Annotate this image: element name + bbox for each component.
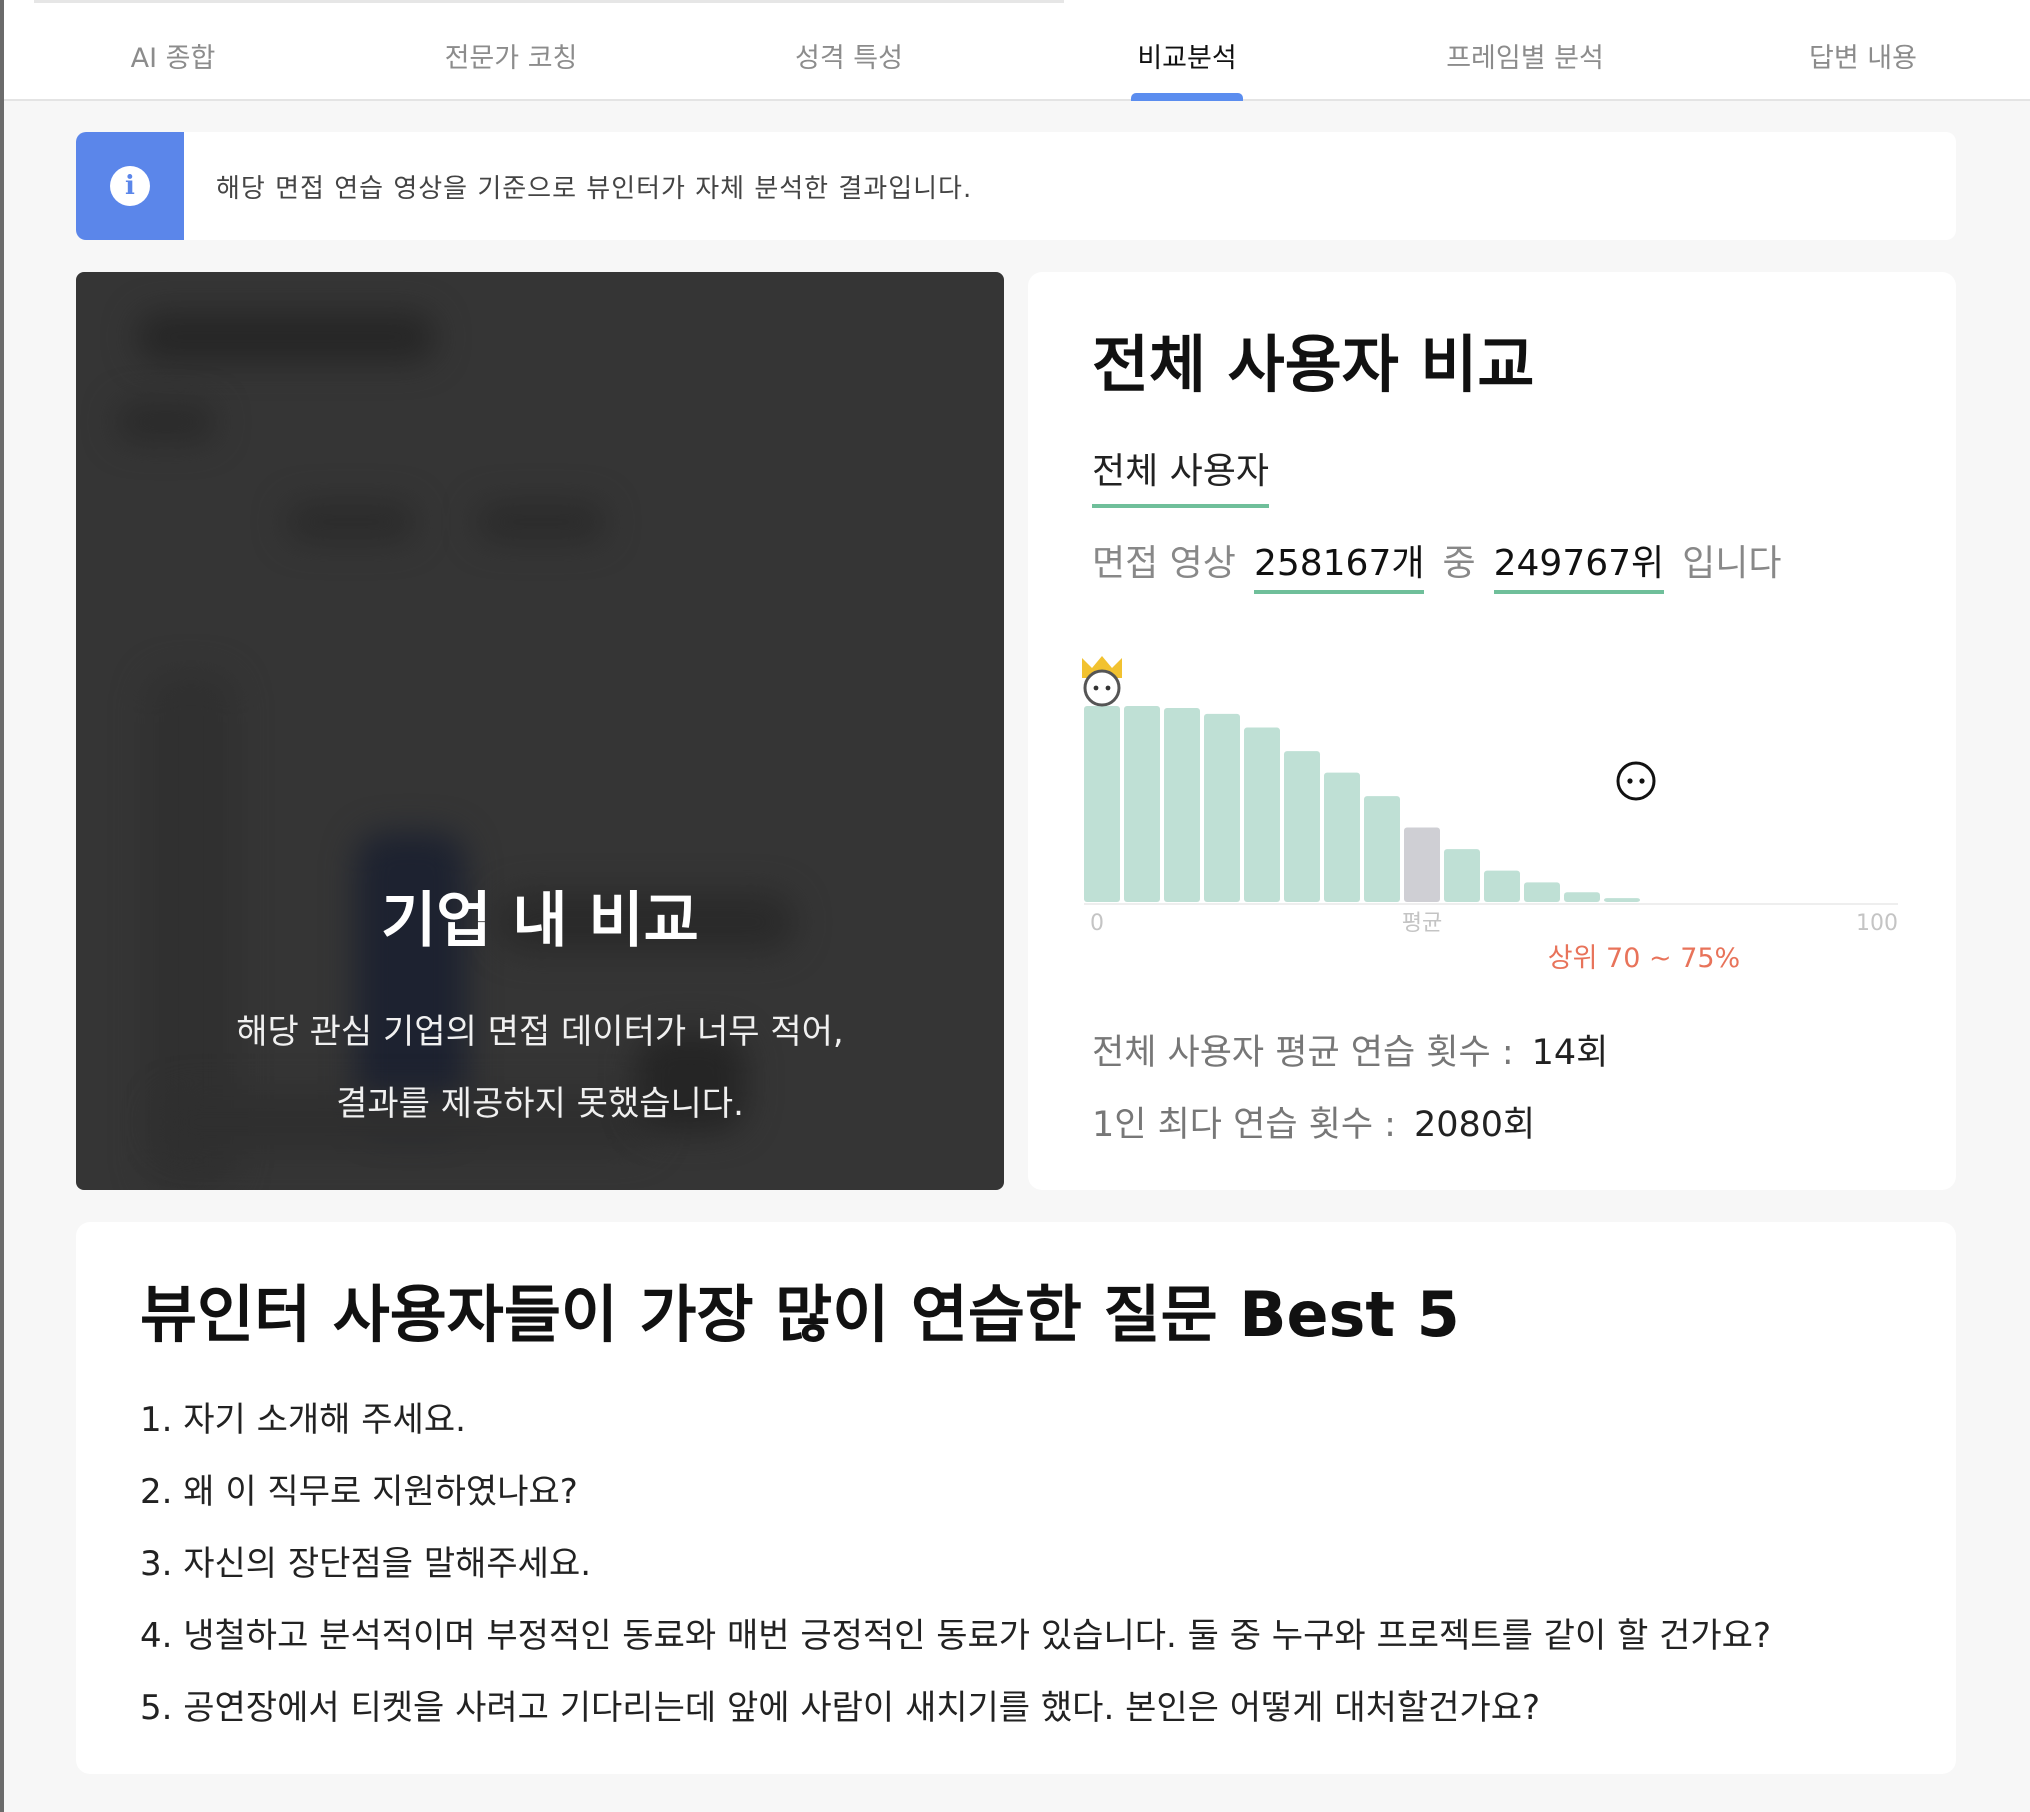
blurred-background bbox=[286, 502, 416, 542]
question-item: 5. 공연장에서 티켓을 사려고 기다리는데 앞에 사람이 새치기를 했다. 본… bbox=[140, 1688, 1541, 1728]
tab-personality[interactable]: 성격 특성 bbox=[680, 12, 1018, 99]
company-comparison-title: 기업 내 비교 bbox=[381, 886, 699, 956]
x-tick-label: 100 bbox=[1856, 911, 1898, 936]
top-questions-title: 뷰인터 사용자들이 가장 많이 연습한 질문 Best 5 bbox=[140, 1278, 1460, 1351]
overall-comparison-title: 전체 사용자 비교 bbox=[1092, 328, 1535, 401]
rank-summary: 면접 영상 258167개 중 249767위 입니다 bbox=[1092, 534, 1782, 594]
chart-bar bbox=[1204, 713, 1240, 902]
tab-label: 답변 내용 bbox=[1809, 43, 1917, 74]
marker-eye bbox=[1639, 778, 1645, 784]
total-videos: 258167개 bbox=[1253, 543, 1425, 594]
max-practice-stat: 1인 최다 연습 횟수 : 2080회 bbox=[1092, 1096, 1535, 1147]
chart-bar bbox=[1324, 772, 1360, 902]
company-comparison-message: 결과를 제공하지 못했습니다. bbox=[336, 1084, 744, 1124]
blurred-background bbox=[116, 402, 216, 442]
top-questions-card: 뷰인터 사용자들이 가장 많이 연습한 질문 Best 5 1. 자기 소개해 … bbox=[76, 1222, 1956, 1774]
tab-label: 프레임별 분석 bbox=[1446, 43, 1604, 74]
chart-bar bbox=[1444, 849, 1480, 902]
question-item: 3. 자신의 장단점을 말해주세요. bbox=[140, 1544, 592, 1584]
tab-bar: AI 종합 전문가 코칭 성격 특성 비교분석 프레임별 분석 답변 내용 bbox=[4, 12, 2030, 101]
tab-expert-coaching[interactable]: 전문가 코칭 bbox=[342, 12, 680, 99]
chart-bar bbox=[1284, 751, 1320, 902]
chart-bar bbox=[1604, 898, 1640, 902]
marker-eye bbox=[1627, 778, 1633, 784]
chart-bar bbox=[1124, 706, 1160, 902]
question-item: 1. 자기 소개해 주세요. bbox=[140, 1400, 466, 1440]
x-tick-label: 평균 bbox=[1402, 911, 1442, 936]
tab-frame-analysis[interactable]: 프레임별 분석 bbox=[1356, 12, 1694, 99]
info-icon: i bbox=[110, 166, 150, 206]
rank-range-label: 상위 70 ~ 75% bbox=[1548, 943, 1740, 974]
active-tab-indicator bbox=[1131, 93, 1243, 101]
chart-bar bbox=[1084, 706, 1120, 902]
chart-bar bbox=[1244, 727, 1280, 902]
top-strip bbox=[4, 0, 2030, 12]
top-user-face-icon bbox=[1083, 669, 1121, 707]
tab-label: 전문가 코칭 bbox=[444, 43, 578, 74]
window-edge bbox=[0, 0, 4, 1812]
x-tick-label: 0 bbox=[1090, 911, 1104, 936]
rank-prefix: 면접 영상 bbox=[1092, 543, 1236, 584]
user-rank: 249767위 bbox=[1493, 543, 1665, 594]
info-text: 해당 면접 연습 영상을 기준으로 뷰인터가 자체 분석한 결과입니다. bbox=[216, 173, 973, 204]
tab-label: 성격 특성 bbox=[795, 43, 903, 74]
tab-comparison[interactable]: 비교분석 bbox=[1018, 12, 1356, 101]
marker-eye bbox=[1105, 685, 1111, 691]
info-icon-box: i bbox=[76, 132, 184, 240]
chart-bar bbox=[1164, 707, 1200, 902]
tab-label: AI 종합 bbox=[130, 43, 216, 74]
company-comparison-message: 해당 관심 기업의 면접 데이터가 너무 적어, bbox=[236, 1012, 844, 1052]
stat-value: 14회 bbox=[1531, 1033, 1609, 1073]
rank-middle: 중 bbox=[1442, 543, 1476, 584]
tab-answer-content[interactable]: 답변 내용 bbox=[1694, 12, 2030, 99]
overall-comparison-card: 전체 사용자 비교 전체 사용자 면접 영상 258167개 중 249767위 입니다… bbox=[1028, 272, 1956, 1190]
stat-label: 1인 최다 연습 횟수 : bbox=[1092, 1105, 1396, 1145]
info-banner: i 해당 면접 연습 영상을 기준으로 뷰인터가 자체 분석한 결과입니다. bbox=[76, 132, 1956, 240]
question-list: 1. 자기 소개해 주세요. 2. 왜 이 직무로 지원하였나요? 3. 자신의… bbox=[140, 1384, 1771, 1744]
stat-value: 2080회 bbox=[1413, 1105, 1536, 1145]
distribution-chart: 0 평균 100 상위 70 ~ 75% bbox=[1082, 656, 1898, 974]
chart-bar bbox=[1524, 882, 1560, 902]
marker-eye bbox=[1093, 685, 1099, 691]
company-comparison-card: 기업 내 비교 해당 관심 기업의 면접 데이터가 너무 적어, 결과를 제공하… bbox=[76, 272, 1004, 1190]
tab-label: 비교분석 bbox=[1137, 43, 1237, 74]
tab-ai-summary[interactable]: AI 종합 bbox=[4, 12, 342, 99]
chart-bar-average bbox=[1404, 827, 1440, 902]
question-item: 4. 냉철하고 분석적이며 부정적인 동료와 매번 긍정적인 동료가 있습니다.… bbox=[140, 1616, 1772, 1656]
stat-label: 전체 사용자 평균 연습 횟수 : bbox=[1092, 1033, 1514, 1073]
user-position-marker-icon bbox=[1616, 761, 1656, 801]
question-item: 2. 왜 이 직무로 지원하였나요? bbox=[140, 1472, 578, 1512]
chart-bar bbox=[1564, 892, 1600, 902]
average-practice-stat: 전체 사용자 평균 연습 횟수 : 14회 bbox=[1092, 1024, 1608, 1075]
rank-suffix: 입니다 bbox=[1682, 543, 1782, 584]
overall-subtitle: 전체 사용자 bbox=[1092, 442, 1270, 508]
chart-bar bbox=[1364, 796, 1400, 902]
chart-bar bbox=[1484, 870, 1520, 902]
blurred-background bbox=[476, 502, 606, 542]
blurred-background bbox=[136, 312, 436, 362]
